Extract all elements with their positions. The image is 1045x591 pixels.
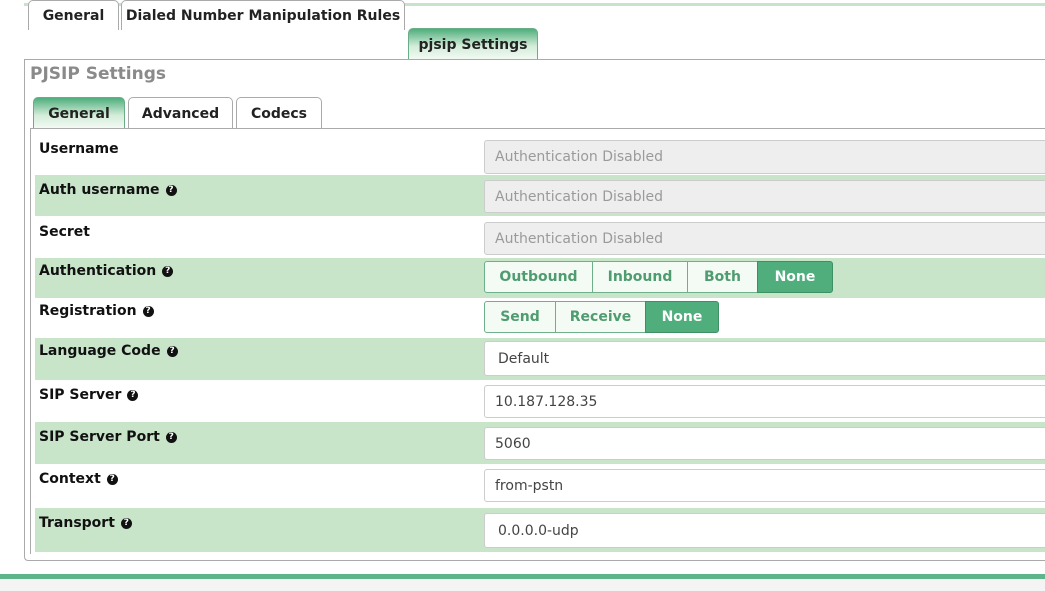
- registration-label: Registration ?: [39, 303, 154, 319]
- language-code-select[interactable]: Default: [484, 341, 1045, 376]
- footer-area: [0, 579, 1045, 591]
- row-auth-username: Auth username ? Authentication Disabled: [35, 175, 1045, 216]
- row-context: Context ? from-pstn: [35, 464, 1045, 508]
- help-icon[interactable]: ?: [127, 389, 139, 401]
- row-sip-server: SIP Server ? 10.187.128.35: [35, 380, 1045, 422]
- transport-select[interactable]: 0.0.0.0-udp: [484, 513, 1045, 548]
- authentication-outbound-button[interactable]: Outbound: [484, 261, 593, 293]
- secret-label: Secret: [39, 224, 90, 240]
- username-label: Username: [39, 141, 119, 157]
- context-label: Context ?: [39, 471, 118, 487]
- subtab-general[interactable]: General: [33, 97, 125, 129]
- help-icon[interactable]: ?: [165, 184, 177, 196]
- help-icon[interactable]: ?: [166, 345, 178, 357]
- registration-none-button[interactable]: None: [645, 301, 719, 333]
- transport-label: Transport ?: [39, 515, 132, 531]
- context-input[interactable]: from-pstn: [484, 469, 1045, 502]
- sip-server-port-label: SIP Server Port ?: [39, 429, 177, 445]
- section-title: PJSIP Settings: [30, 64, 166, 84]
- help-icon[interactable]: ?: [162, 265, 174, 277]
- help-icon[interactable]: ?: [120, 517, 132, 529]
- registration-send-button[interactable]: Send: [484, 301, 556, 333]
- sip-server-port-input[interactable]: 5060: [484, 427, 1045, 460]
- help-icon[interactable]: ?: [165, 431, 177, 443]
- row-secret: Secret Authentication Disabled: [35, 216, 1045, 258]
- auth-username-label: Auth username ?: [39, 182, 177, 198]
- sip-server-label: SIP Server ?: [39, 387, 139, 403]
- help-icon[interactable]: ?: [106, 473, 118, 485]
- row-registration: Registration ? Send Receive None: [35, 298, 1045, 338]
- authentication-none-button[interactable]: None: [757, 261, 833, 293]
- authentication-toggle: Outbound Inbound Both None: [484, 261, 833, 293]
- registration-receive-button[interactable]: Receive: [555, 301, 646, 333]
- authentication-label: Authentication ?: [39, 263, 174, 279]
- row-username: Username Authentication Disabled: [35, 133, 1045, 175]
- authentication-both-button[interactable]: Both: [687, 261, 758, 293]
- tab-general[interactable]: General: [28, 0, 119, 30]
- subtab-advanced[interactable]: Advanced: [128, 97, 233, 129]
- username-field[interactable]: Authentication Disabled: [484, 140, 1045, 174]
- help-icon[interactable]: ?: [142, 305, 154, 317]
- tab-dialed-number-manipulation-rules[interactable]: Dialed Number Manipulation Rules: [121, 0, 405, 30]
- row-authentication: Authentication ? Outbound Inbound Both N…: [35, 258, 1045, 298]
- auth-username-field[interactable]: Authentication Disabled: [484, 180, 1045, 213]
- sip-server-input[interactable]: 10.187.128.35: [484, 385, 1045, 418]
- authentication-inbound-button[interactable]: Inbound: [592, 261, 688, 293]
- row-transport: Transport ? 0.0.0.0-udp: [35, 508, 1045, 552]
- row-language-code: Language Code ? Default: [35, 338, 1045, 380]
- language-code-label: Language Code ?: [39, 343, 178, 359]
- secret-field[interactable]: Authentication Disabled: [484, 222, 1045, 255]
- subtab-codecs[interactable]: Codecs: [236, 97, 322, 129]
- row-sip-server-port: SIP Server Port ? 5060: [35, 422, 1045, 464]
- registration-toggle: Send Receive None: [484, 301, 719, 333]
- tab-pjsip-settings[interactable]: pjsip Settings: [408, 28, 538, 60]
